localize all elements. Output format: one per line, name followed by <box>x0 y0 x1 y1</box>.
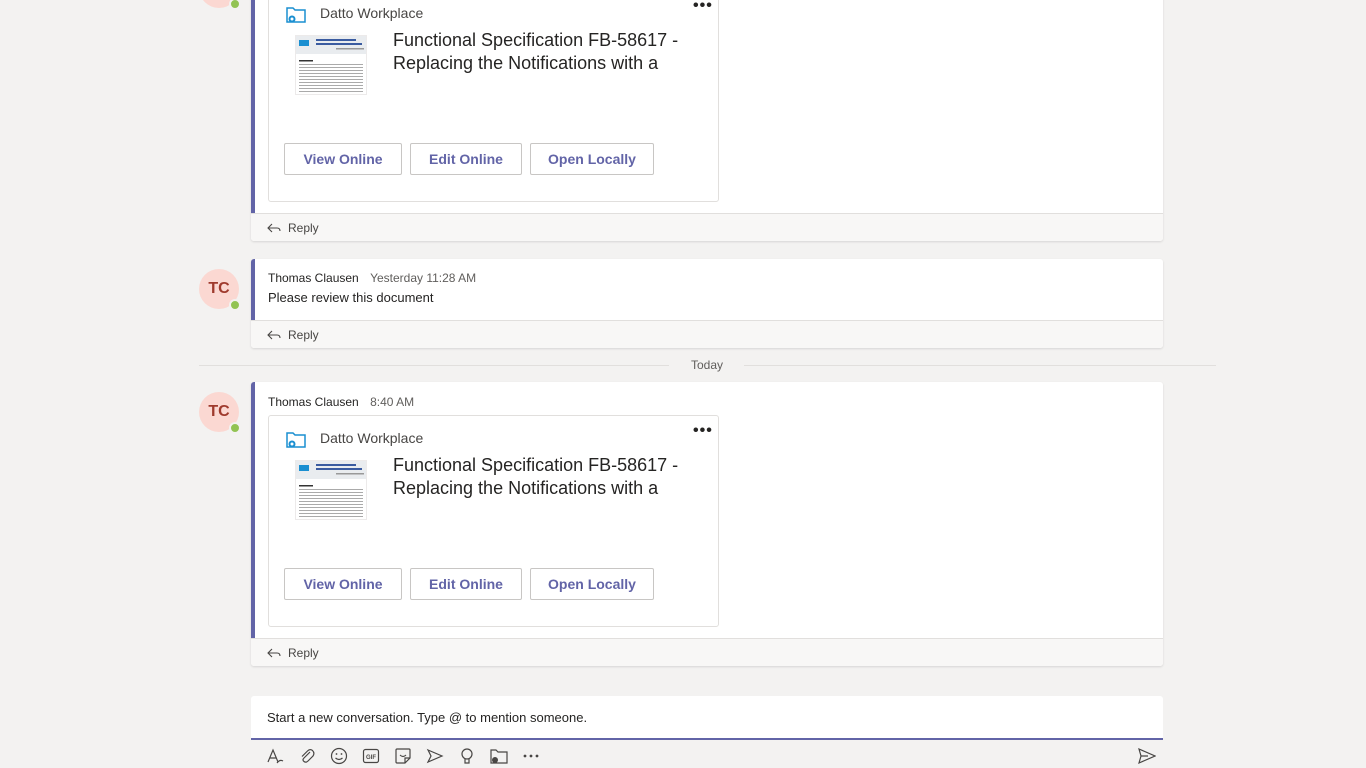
edit-online-button[interactable]: Edit Online <box>410 143 522 175</box>
emoji-icon[interactable] <box>329 746 349 766</box>
card-app-name: Datto Workplace <box>320 430 424 446</box>
reply-button[interactable]: Reply <box>251 320 1163 348</box>
compose-box <box>251 696 1163 740</box>
message-accent <box>251 0 255 213</box>
card-title[interactable]: Functional Specification FB-58617 - Repl… <box>393 454 693 500</box>
message: Datto Workplace ••• Functional Specifica… <box>251 0 1163 241</box>
open-locally-button[interactable]: Open Locally <box>530 568 654 600</box>
reply-label: Reply <box>288 327 319 342</box>
datto-workplace-icon <box>286 7 306 23</box>
sticker-icon[interactable] <box>393 746 413 766</box>
avatar-initials: TC <box>208 403 230 420</box>
document-thumbnail-image <box>296 461 366 517</box>
avatar-initials: TC <box>208 280 230 297</box>
reply-icon <box>267 223 281 232</box>
message-author[interactable]: Thomas Clausen <box>268 395 359 409</box>
avatar[interactable]: TC <box>199 392 241 434</box>
svg-text:GIF: GIF <box>366 755 376 761</box>
message-accent <box>251 382 255 638</box>
message-header: Thomas Clausen Yesterday 11:28 AM <box>268 271 476 285</box>
presence-available-icon <box>229 0 241 10</box>
message-text: Please review this document <box>268 290 434 305</box>
edit-online-button[interactable]: Edit Online <box>410 568 522 600</box>
send-icon[interactable] <box>1137 746 1157 766</box>
compose-input[interactable] <box>267 710 1127 725</box>
card-title[interactable]: Functional Specification FB-58617 - Repl… <box>393 29 693 75</box>
date-divider-line <box>199 365 669 366</box>
avatar[interactable]: TC <box>199 269 241 311</box>
date-divider-label: Today <box>691 358 724 372</box>
document-thumbnail[interactable] <box>295 35 367 95</box>
praise-icon[interactable] <box>457 746 477 766</box>
view-online-button[interactable]: View Online <box>284 568 402 600</box>
card-app-name: Datto Workplace <box>320 5 424 21</box>
card-more-options-button[interactable]: ••• <box>693 422 713 440</box>
gif-icon[interactable]: GIF <box>361 746 381 766</box>
date-divider-line <box>744 365 1216 366</box>
reply-icon <box>267 330 281 339</box>
reply-button[interactable]: Reply <box>251 213 1163 241</box>
presence-available-icon <box>229 422 241 434</box>
message-header: Thomas Clausen 8:40 AM <box>268 395 414 409</box>
file-card: Datto Workplace ••• Functional Specifica… <box>268 415 719 627</box>
document-thumbnail[interactable] <box>295 460 367 520</box>
attach-icon[interactable] <box>297 746 317 766</box>
avatar[interactable] <box>199 0 241 10</box>
reply-icon <box>267 648 281 657</box>
meet-icon[interactable] <box>425 746 445 766</box>
message: Thomas Clausen Yesterday 11:28 AM Please… <box>251 259 1163 348</box>
more-options-icon[interactable] <box>521 746 541 766</box>
document-thumbnail-image <box>296 36 366 92</box>
datto-workplace-icon[interactable] <box>489 746 509 766</box>
presence-available-icon <box>229 299 241 311</box>
card-more-options-button[interactable]: ••• <box>693 0 713 15</box>
open-locally-button[interactable]: Open Locally <box>530 143 654 175</box>
reply-button[interactable]: Reply <box>251 638 1163 666</box>
message-timestamp: Yesterday 11:28 AM <box>370 271 477 285</box>
message-accent <box>251 259 255 320</box>
message-timestamp: 8:40 AM <box>370 395 415 409</box>
reply-label: Reply <box>288 645 319 660</box>
view-online-button[interactable]: View Online <box>284 143 402 175</box>
message-author[interactable]: Thomas Clausen <box>268 271 359 285</box>
datto-workplace-icon <box>286 432 306 448</box>
reply-label: Reply <box>288 220 319 235</box>
message: Thomas Clausen 8:40 AM Datto Workplace •… <box>251 382 1163 666</box>
format-icon[interactable] <box>265 746 285 766</box>
file-card: Datto Workplace ••• Functional Specifica… <box>268 0 719 202</box>
